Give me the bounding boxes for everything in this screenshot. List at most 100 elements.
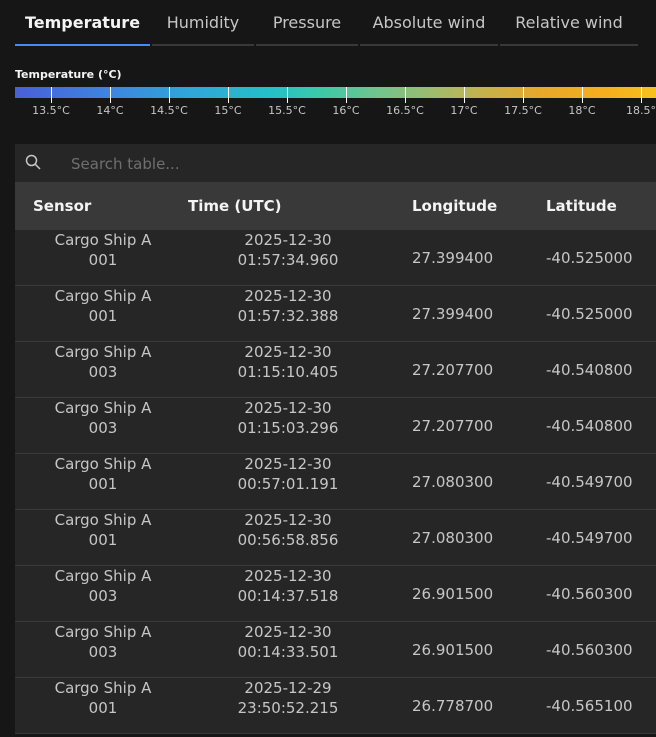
cell-sensor: Cargo Ship A 001 — [33, 510, 173, 565]
tab-humidity[interactable]: Humidity — [152, 0, 254, 46]
cell-time: 2025-12-30 00:57:01.191 — [188, 454, 388, 509]
tab-absolute-wind[interactable]: Absolute wind — [360, 0, 498, 46]
time-clock: 01:15:10.405 — [237, 363, 339, 381]
cell-time: 2025-12-30 00:14:33.501 — [188, 622, 388, 677]
cell-latitude: -40.560300 — [546, 640, 633, 659]
sensor-name: Cargo Ship A — [54, 231, 152, 249]
cell-latitude: -40.540800 — [546, 416, 633, 435]
time-date: 2025-12-30 — [244, 287, 332, 305]
scale-tick — [641, 87, 642, 103]
cell-time: 2025-12-30 00:56:58.856 — [188, 510, 388, 565]
cell-time: 2025-12-30 01:57:34.960 — [188, 230, 388, 285]
scale-tick-label: 18.5° — [626, 104, 656, 117]
sensor-id: 001 — [88, 307, 118, 325]
column-header-latitude[interactable]: Latitude — [546, 182, 656, 230]
cell-longitude: 27.080300 — [412, 528, 494, 547]
time-date: 2025-12-30 — [244, 455, 332, 473]
table-row[interactable]: Cargo Ship A 001 2025-12-30 00:57:01.191 27.… — [15, 454, 656, 510]
cell-longitude: 26.901500 — [412, 640, 494, 659]
scale-tick — [405, 87, 406, 103]
time-date: 2025-12-30 — [244, 623, 332, 641]
time-date: 2025-12-30 — [244, 231, 332, 249]
search-icon — [25, 154, 41, 170]
tab-pressure[interactable]: Pressure — [256, 0, 358, 46]
tab-relative-wind[interactable]: Relative wind — [500, 0, 638, 46]
cell-sensor: Cargo Ship A 003 — [33, 622, 173, 677]
time-clock: 00:56:58.856 — [237, 531, 339, 549]
column-header-longitude[interactable]: Longitude — [412, 182, 532, 230]
sensor-name: Cargo Ship A — [54, 343, 152, 361]
scale-tick-label: 17.5°C — [504, 104, 542, 117]
sensor-name: Cargo Ship A — [54, 455, 152, 473]
scale-tick — [523, 87, 524, 103]
time-clock: 00:57:01.191 — [237, 475, 339, 493]
table-row[interactable]: Cargo Ship A 003 2025-12-30 00:14:33.501 26.… — [15, 622, 656, 678]
sensor-id: 001 — [88, 699, 118, 717]
table-header: Sensor Time (UTC) Longitude Latitude — [15, 182, 656, 230]
color-scale-bar — [15, 87, 656, 98]
cell-longitude: 27.207700 — [412, 360, 494, 379]
sensor-name: Cargo Ship A — [54, 287, 152, 305]
sensor-id: 003 — [88, 587, 118, 605]
cell-time: 2025-12-29 23:50:52.215 — [188, 678, 388, 733]
cell-longitude: 27.080300 — [412, 472, 494, 491]
time-date: 2025-12-30 — [244, 511, 332, 529]
cell-latitude: -40.540800 — [546, 360, 633, 379]
scale-tick-label: 17°C — [450, 104, 478, 117]
time-clock: 01:57:32.388 — [237, 307, 339, 325]
scale-tick — [346, 87, 347, 103]
time-date: 2025-12-29 — [244, 679, 332, 697]
sensor-id: 003 — [88, 643, 118, 661]
sensor-name: Cargo Ship A — [54, 399, 152, 417]
scale-tick-label: 15°C — [214, 104, 242, 117]
cell-sensor: Cargo Ship A 001 — [33, 286, 173, 341]
cell-sensor: Cargo Ship A 003 — [33, 566, 173, 621]
scale-tick-label: 15.5°C — [268, 104, 306, 117]
time-clock: 00:14:33.501 — [237, 643, 339, 661]
scale-tick — [110, 87, 111, 103]
scale-tick — [287, 87, 288, 103]
cell-time: 2025-12-30 00:14:37.518 — [188, 566, 388, 621]
column-header-sensor[interactable]: Sensor — [33, 182, 173, 230]
column-header-time[interactable]: Time (UTC) — [188, 182, 388, 230]
scale-tick — [169, 87, 170, 103]
cell-latitude: -40.560300 — [546, 584, 633, 603]
table-row[interactable]: Cargo Ship A 001 2025-12-30 01:57:34.960 27.… — [15, 230, 656, 286]
scale-tick-label: 18°C — [568, 104, 596, 117]
time-clock: 23:50:52.215 — [237, 699, 339, 717]
table-row[interactable]: Cargo Ship A 001 2025-12-30 00:56:58.856 27.… — [15, 510, 656, 566]
scale-tick — [582, 87, 583, 103]
cell-sensor: Cargo Ship A 001 — [33, 678, 173, 733]
cell-sensor: Cargo Ship A 003 — [33, 342, 173, 397]
time-clock: 01:15:03.296 — [237, 419, 339, 437]
search-input[interactable] — [69, 144, 633, 184]
scale-title: Temperature (°C) — [15, 68, 122, 81]
table-row[interactable]: Cargo Ship A 001 2025-12-29 23:50:52.215 26.… — [15, 678, 656, 734]
cell-longitude: 27.399400 — [412, 248, 494, 267]
time-date: 2025-12-30 — [244, 343, 332, 361]
cell-longitude: 27.207700 — [412, 416, 494, 435]
scale-tick-label: 16°C — [332, 104, 360, 117]
cell-latitude: -40.565100 — [546, 696, 633, 715]
table-row[interactable]: Cargo Ship A 003 2025-12-30 01:15:10.405 27.… — [15, 342, 656, 398]
tab-bar: Temperature Humidity Pressure Absolute w… — [0, 0, 656, 48]
table-row[interactable]: Cargo Ship A 003 2025-12-30 01:15:03.296 27.… — [15, 398, 656, 454]
time-clock: 01:57:34.960 — [237, 251, 339, 269]
scale-tick-label: 14°C — [96, 104, 124, 117]
cell-longitude: 27.399400 — [412, 304, 494, 323]
scale-tick — [228, 87, 229, 103]
scale-tick — [51, 87, 52, 103]
table-row[interactable]: Cargo Ship A 001 2025-12-30 01:57:32.388 27.… — [15, 286, 656, 342]
cell-latitude: -40.525000 — [546, 248, 633, 267]
cell-latitude: -40.549700 — [546, 528, 633, 547]
table-body: Cargo Ship A 001 2025-12-30 01:57:34.960 27.… — [15, 230, 656, 734]
table-search — [15, 144, 656, 184]
cell-sensor: Cargo Ship A 001 — [33, 230, 173, 285]
cell-time: 2025-12-30 01:15:10.405 — [188, 342, 388, 397]
scale-tick-label: 14.5°C — [150, 104, 188, 117]
sensor-id: 003 — [88, 363, 118, 381]
scale-tick-label: 16.5°C — [386, 104, 424, 117]
tab-temperature[interactable]: Temperature — [15, 0, 150, 46]
table-row[interactable]: Cargo Ship A 003 2025-12-30 00:14:37.518 26.… — [15, 566, 656, 622]
cell-longitude: 26.901500 — [412, 584, 494, 603]
